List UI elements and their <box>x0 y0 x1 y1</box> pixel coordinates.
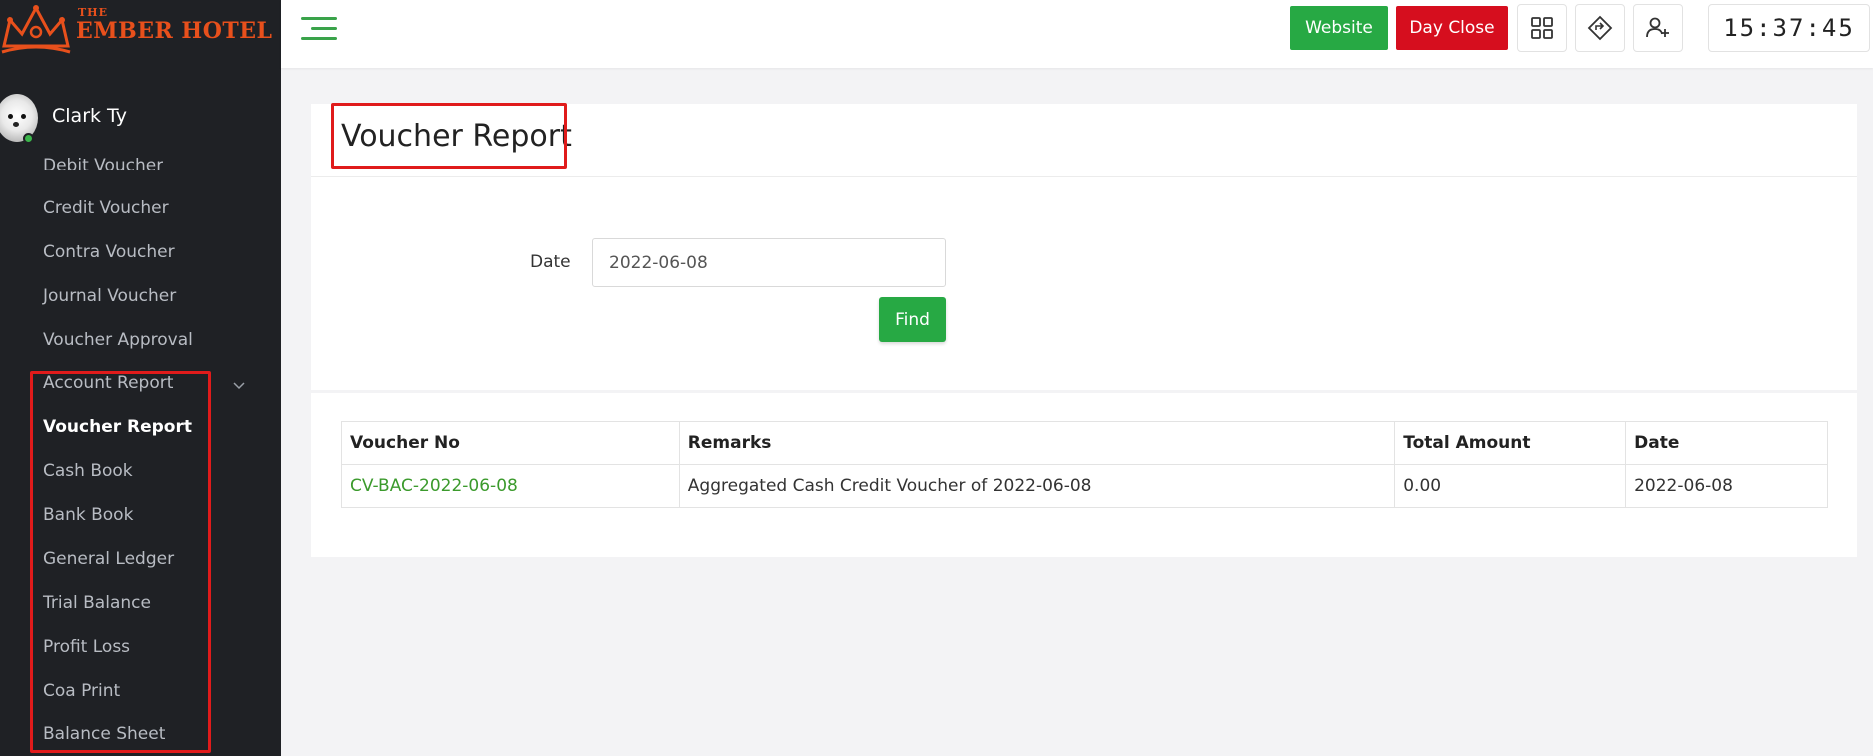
website-button[interactable]: Website <box>1290 6 1388 50</box>
table-cell-date: 2022-06-08 <box>1625 464 1828 508</box>
digital-clock: 15:37:45 <box>1708 4 1870 52</box>
column-header-voucher-no[interactable]: Voucher No <box>341 421 680 465</box>
table-header-row: Voucher No Remarks Total Amount Date <box>341 421 1828 465</box>
voucher-link[interactable]: CV-BAC-2022-06-08 <box>350 476 518 496</box>
card-header: Voucher Report <box>311 103 1857 177</box>
brand-name: EMBER HOTEL <box>76 18 273 44</box>
sidebar-item-credit-voucher[interactable]: Credit Voucher <box>43 198 169 218</box>
highlight-box-sidebar <box>30 371 211 753</box>
results-card: Voucher No Remarks Total Amount Date CV-… <box>311 393 1857 557</box>
highlight-box-title <box>331 103 567 169</box>
table-cell-voucher-no: CV-BAC-2022-06-08 <box>341 464 680 508</box>
user-name: Clark Ty <box>52 105 127 127</box>
directions-button[interactable] <box>1575 4 1625 52</box>
sidebar: THE EMBER HOTEL Clark Ty Debit Voucher C… <box>0 0 281 756</box>
directions-icon <box>1587 15 1613 41</box>
online-status-icon <box>23 133 34 144</box>
grid-icon <box>1531 17 1553 39</box>
sidebar-item-journal-voucher[interactable]: Journal Voucher <box>43 286 176 306</box>
top-bar: Website Day Close 15:37:45 <box>281 0 1873 68</box>
sidebar-item-voucher-approval[interactable]: Voucher Approval <box>43 330 193 350</box>
add-user-icon <box>1646 17 1669 38</box>
table-row: CV-BAC-2022-06-08 Aggregated Cash Credit… <box>341 464 1828 508</box>
find-button[interactable]: Find <box>879 297 946 342</box>
sidebar-item-contra-voucher[interactable]: Contra Voucher <box>43 242 175 262</box>
day-close-button[interactable]: Day Close <box>1396 6 1508 50</box>
crown-logo-icon <box>1 4 71 54</box>
column-header-date[interactable]: Date <box>1625 421 1828 465</box>
hamburger-menu-icon[interactable] <box>301 17 337 41</box>
add-user-button[interactable] <box>1633 4 1683 52</box>
table-cell-total-amount: 0.00 <box>1394 464 1627 508</box>
brand-logo[interactable]: THE EMBER HOTEL <box>0 0 281 66</box>
chevron-down-icon[interactable] <box>232 378 246 392</box>
grid-apps-button[interactable] <box>1517 4 1567 52</box>
column-header-total-amount[interactable]: Total Amount <box>1394 421 1627 465</box>
sidebar-item-debit-voucher[interactable]: Debit Voucher <box>43 158 163 170</box>
table-cell-remarks: Aggregated Cash Credit Voucher of 2022-0… <box>678 464 1396 508</box>
voucher-table: Voucher No Remarks Total Amount Date CV-… <box>341 421 1828 508</box>
date-input[interactable] <box>592 238 946 287</box>
date-label: Date <box>530 252 571 272</box>
column-header-remarks[interactable]: Remarks <box>678 421 1396 465</box>
filter-card: Voucher Report Date Find <box>311 103 1857 390</box>
user-profile[interactable]: Clark Ty <box>0 92 281 144</box>
